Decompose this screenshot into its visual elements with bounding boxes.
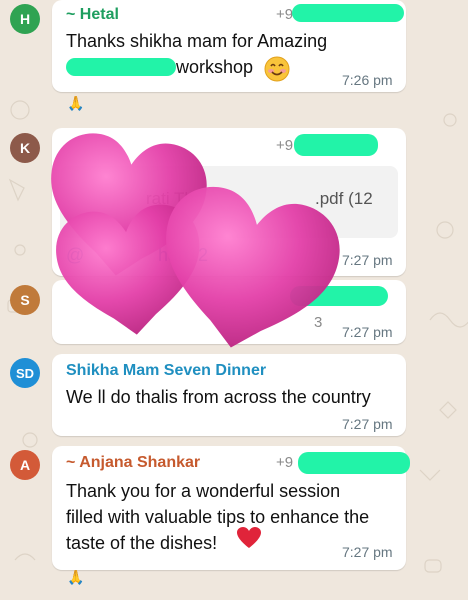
sender-phone: +9 [276, 6, 294, 23]
file-name: rati Tha [146, 189, 204, 208]
message-text: Thank you for a wonderful session [66, 481, 341, 501]
message-time: 7:27 pm [342, 416, 393, 432]
avatar[interactable]: A [10, 450, 40, 480]
redaction-mark [290, 286, 388, 306]
mention-text[interactable]: han12 [158, 242, 208, 268]
redaction-mark [292, 4, 404, 22]
avatar[interactable]: S [10, 285, 40, 315]
reaction-emoji[interactable]: 🙏 [62, 92, 90, 114]
sender-phone: +9 [276, 137, 294, 154]
file-size: .pdf (12 [315, 189, 373, 208]
pdf-attachment[interactable]: rati Tha .pdf (12 [60, 166, 398, 238]
smiling-face-icon [264, 56, 290, 82]
message-text: We ll do thalis from across the country [66, 387, 371, 407]
message-bubble[interactable]: ~ Hetal +9 Thanks shikha mam for Amazing… [52, 0, 406, 92]
sender-name[interactable]: ~ Hetal [66, 6, 119, 24]
redaction-mark [294, 134, 378, 156]
redaction-mark [66, 58, 176, 76]
message-text: Thanks shikha mam for Amazing [66, 31, 328, 51]
sender-name[interactable]: ~ Anjana Shankar [66, 454, 200, 472]
avatar[interactable]: SD [10, 358, 40, 388]
reaction-emoji[interactable]: 🙏 [62, 566, 90, 588]
message-text: taste of the dishes! [66, 533, 218, 553]
message-text-fragment: 3 [314, 314, 323, 331]
redaction-mark [298, 452, 410, 474]
message-text: filled with valuable tips to enhance the [66, 507, 370, 527]
avatar[interactable]: K [10, 133, 40, 163]
message-bubble[interactable]: Shikha Mam Seven Dinner We ll do thalis … [52, 354, 406, 436]
mention-prefix[interactable]: @ [66, 242, 84, 268]
red-heart-icon [237, 527, 261, 548]
message-time: 7:27 pm [342, 544, 393, 560]
sender-phone: +9 [276, 454, 294, 471]
message-bubble[interactable]: 3 7:27 pm [52, 280, 406, 344]
message-text: workshop [176, 57, 254, 77]
avatar[interactable]: H [10, 4, 40, 34]
message-time: 7:27 pm [342, 324, 393, 340]
message-time: 7:26 pm [342, 72, 393, 88]
sender-name[interactable]: Shikha Mam Seven Dinner [66, 362, 266, 380]
message-time: 7:27 pm [342, 252, 393, 268]
message-bubble[interactable]: ~ Anjana Shankar +9 Thank you for a wond… [52, 446, 410, 570]
message-bubble[interactable]: +9 rati Tha .pdf (12 @ han12 7:27 pm [52, 128, 406, 276]
